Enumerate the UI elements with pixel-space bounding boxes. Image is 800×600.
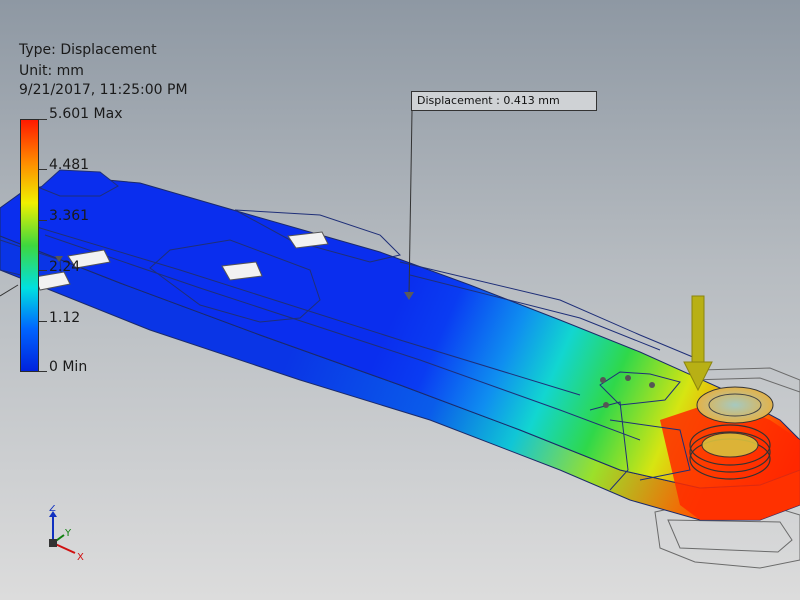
result-type-label: Type: Displacement <box>19 42 157 58</box>
tick-mark <box>39 270 47 271</box>
legend-min-label: 0 Min <box>49 359 88 375</box>
tick-mark <box>39 119 47 120</box>
legend-max-label: 5.601 Max <box>49 106 123 122</box>
legend-tick-label: 2.24 <box>49 259 81 275</box>
legend-tick-label: 1.12 <box>49 310 81 326</box>
tick-mark <box>39 371 47 372</box>
legend-tick-label: 4.481 <box>49 157 90 173</box>
axis-triad[interactable]: Z Y X <box>40 505 100 565</box>
legend-tick-label: 3.361 <box>49 208 90 224</box>
tick-mark <box>39 220 47 221</box>
tick-mark <box>39 321 47 322</box>
unit-label: Unit: mm <box>19 63 84 79</box>
axis-z-label: Z <box>49 505 56 514</box>
colorbar-leader <box>0 284 19 297</box>
probe-label[interactable]: Displacement : 0.413 mm <box>411 91 597 111</box>
axis-y-label: Y <box>64 528 72 539</box>
timestamp-label: 9/21/2017, 11:25:00 PM <box>19 82 188 98</box>
color-legend-bar <box>20 119 39 372</box>
tick-mark <box>39 169 47 170</box>
axis-x-label: X <box>77 552 84 563</box>
